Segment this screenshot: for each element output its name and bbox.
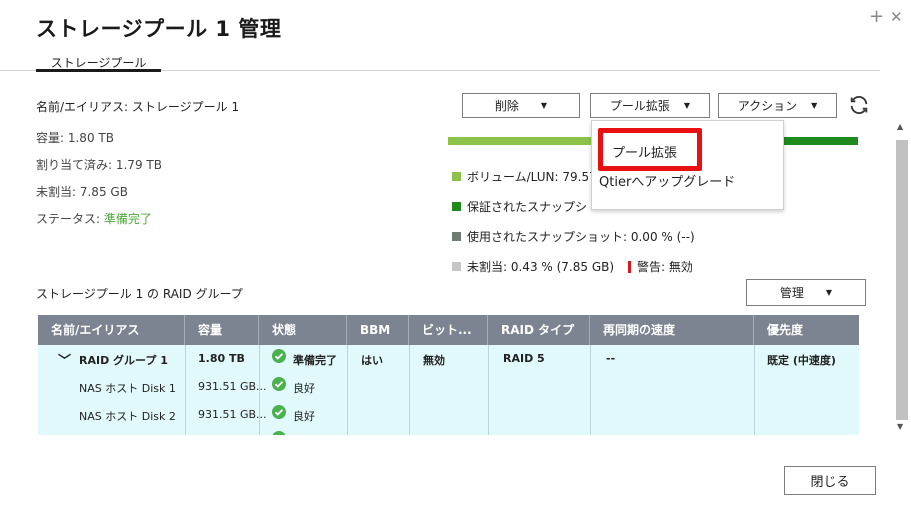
warning-marker: [628, 260, 632, 273]
legend-used-text: 使用されたスナップショット: 0.00 % (--): [467, 230, 695, 244]
column-divider: [409, 345, 410, 435]
disk-status: 良好: [293, 410, 315, 423]
highlight-box: [598, 128, 702, 171]
raid-table: 名前/エイリアス 容量 状態 BBM ビット... RAID タイプ 再同期の速…: [38, 315, 859, 435]
raid-group-bbm: はい: [361, 354, 383, 367]
pool-expand-button[interactable]: プール拡張 ▼: [590, 93, 710, 118]
menu-item-upgrade-qtier[interactable]: Qtierへアップグレード: [599, 171, 735, 190]
chevron-down-icon[interactable]: ﹀: [58, 350, 71, 369]
close-icon[interactable]: ✕: [890, 8, 903, 26]
raid-group-bitmap: 無効: [423, 354, 445, 367]
raid-group-type: RAID 5: [503, 352, 545, 365]
tab-active-indicator: [36, 69, 161, 72]
action-button[interactable]: アクション ▼: [718, 93, 837, 118]
legend-volume-swatch: [452, 172, 461, 181]
legend-guaranteed-text: 保証されたスナップシ: [467, 200, 588, 214]
disk-name: NAS ホスト Disk 2: [79, 410, 176, 423]
disk-capacity: 931.51 GB...: [198, 380, 267, 393]
col-priority[interactable]: 優先度: [754, 315, 859, 345]
col-bbm[interactable]: BBM: [347, 315, 409, 345]
chevron-down-icon: ▼: [683, 101, 691, 110]
col-capacity[interactable]: 容量: [185, 315, 259, 345]
capacity-value: 容量: 1.80 TB: [36, 131, 114, 145]
check-circle-icon: [272, 349, 286, 363]
pool-name: 名前/エイリアス: ストレージプール 1: [36, 100, 240, 114]
chevron-down-icon: ▼: [811, 101, 818, 110]
column-divider: [590, 345, 591, 435]
col-resync-speed[interactable]: 再同期の速度: [590, 315, 754, 345]
legend-guaranteed-swatch: [452, 202, 461, 211]
disk-status: 良好: [293, 382, 315, 395]
action-button-label: アクション: [737, 99, 798, 113]
raid-section-title: ストレージプール 1 の RAID グループ: [36, 287, 243, 301]
raid-group-resync: --: [606, 352, 616, 365]
scroll-down-icon[interactable]: ▼: [897, 422, 903, 431]
expand-icon[interactable]: +: [869, 6, 884, 27]
raid-group-capacity: 1.80 TB: [198, 352, 245, 365]
legend-used-swatch: [452, 232, 461, 241]
legend-used-snapshot: 使用されたスナップショット: 0.00 % (--): [452, 228, 695, 245]
column-divider: [754, 345, 755, 435]
status-label: ステータス:: [36, 212, 104, 226]
column-divider: [347, 345, 348, 435]
delete-button-label: 削除: [494, 99, 519, 113]
scrollbar-thumb[interactable]: [896, 140, 908, 420]
manage-button[interactable]: 管理 ▼: [746, 279, 866, 306]
legend-warning-text: 警告: 無効: [637, 260, 693, 274]
scroll-up-icon[interactable]: ▲: [897, 122, 903, 131]
disk-capacity: 931.51 GB...: [198, 408, 267, 421]
status-badge: 準備完了: [103, 212, 152, 226]
legend-unallocated-swatch: [452, 262, 461, 271]
check-circle-icon: [272, 377, 286, 391]
legend-unallocated-text: 未割当: 0.43 % (7.85 GB): [467, 260, 615, 274]
col-raid-type[interactable]: RAID タイプ: [488, 315, 590, 345]
delete-button[interactable]: 削除 ▼: [462, 93, 580, 118]
raid-group-name: RAID グループ 1: [79, 354, 168, 367]
refresh-icon[interactable]: [848, 94, 870, 116]
col-name[interactable]: 名前/エイリアス: [38, 315, 185, 345]
check-circle-icon: [272, 431, 286, 435]
legend-volume-text: ボリューム/LUN: 79.57: [467, 170, 597, 184]
table-body: ﹀ RAID グループ 1 1.80 TB 準備完了 はい 無効 RAID 5 …: [38, 345, 859, 435]
unallocated-value: 未割当: 7.85 GB: [36, 185, 128, 199]
disk-name: NAS ホスト Disk 1: [79, 382, 176, 395]
raid-group-priority: 既定 (中速度): [767, 354, 836, 367]
col-status[interactable]: 状態: [259, 315, 347, 345]
column-divider: [185, 345, 186, 435]
status-row: ステータス: 準備完了: [36, 210, 152, 227]
usage-bar-volume: [448, 137, 596, 145]
legend-unallocated: 未割当: 0.43 % (7.85 GB) 警告: 無効: [452, 258, 693, 275]
chevron-down-icon: ▼: [825, 288, 833, 297]
table-header: 名前/エイリアス 容量 状態 BBM ビット... RAID タイプ 再同期の速…: [38, 315, 859, 345]
dialog-title: ストレージプール 1 管理: [36, 17, 282, 41]
col-bitmap[interactable]: ビット...: [409, 315, 488, 345]
chevron-down-icon: ▼: [540, 101, 548, 110]
close-button[interactable]: 閉じる: [784, 466, 876, 495]
pool-expand-button-label: プール拡張: [609, 99, 670, 113]
check-circle-icon: [272, 405, 286, 419]
legend-volume: ボリューム/LUN: 79.57: [452, 168, 597, 185]
raid-group-status: 準備完了: [293, 354, 337, 367]
allocated-value: 割り当て済み: 1.79 TB: [36, 158, 162, 172]
usage-bar-snapshot: [782, 137, 858, 145]
legend-guaranteed-snapshot: 保証されたスナップシ: [452, 198, 587, 215]
tab-storage-pool[interactable]: ストレージプール: [36, 54, 161, 70]
column-divider: [488, 345, 489, 435]
manage-button-label: 管理: [779, 286, 804, 300]
